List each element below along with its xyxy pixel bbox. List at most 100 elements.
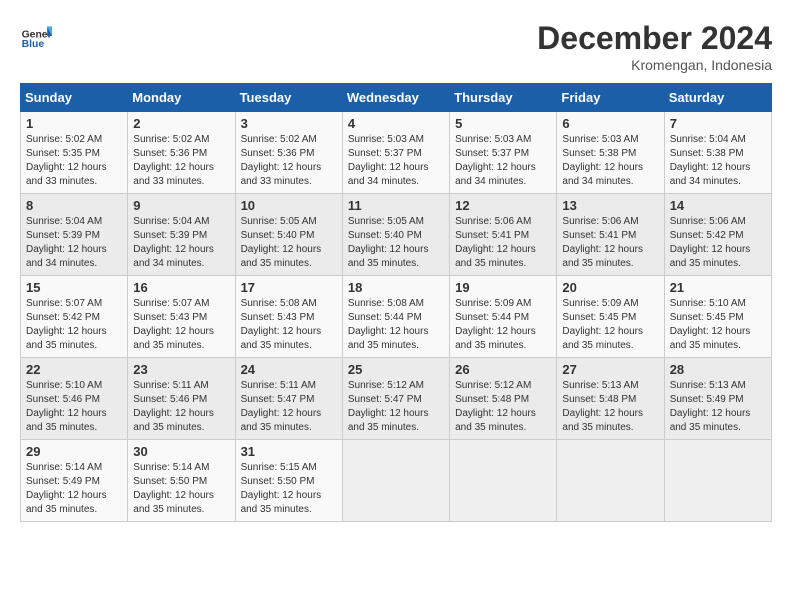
table-row: 9 Sunrise: 5:04 AMSunset: 5:39 PMDaylight… <box>128 194 235 276</box>
day-detail: Sunrise: 5:12 AMSunset: 5:47 PMDaylight:… <box>348 379 444 435</box>
table-row: 18Sunrise: 5:08 AMSunset: 5:44 PMDayligh… <box>342 276 449 358</box>
day-number: 21 <box>670 280 766 295</box>
table-row: 29 Sunrise: 5:14 AMSunset: 5:49 PMDayligh… <box>21 440 128 522</box>
calendar-table: Sunday Monday Tuesday Wednesday Thursday… <box>20 83 772 522</box>
day-detail: Sunrise: 5:13 AMSunset: 5:49 PMDaylight:… <box>670 379 766 435</box>
day-number: 11 <box>348 198 444 213</box>
day-detail: Sunrise: 5:02 AMSunset: 5:35 PMDaylight:… <box>26 133 122 189</box>
table-row <box>557 440 664 522</box>
col-wednesday: Wednesday <box>342 84 449 112</box>
day-number: 8 <box>26 198 122 213</box>
day-number: 4 <box>348 116 444 131</box>
day-detail: Sunrise: 5:10 AMSunset: 5:46 PMDaylight:… <box>26 379 122 435</box>
table-row: 3 Sunrise: 5:02 AMSunset: 5:36 PMDaylight… <box>235 112 342 194</box>
table-row: 8 Sunrise: 5:04 AMSunset: 5:39 PMDaylight… <box>21 194 128 276</box>
table-row: 20 Sunrise: 5:09 AMSunset: 5:45 PMDayligh… <box>557 276 664 358</box>
day-number: 3 <box>241 116 337 131</box>
day-detail: Sunrise: 5:14 AMSunset: 5:49 PMDaylight:… <box>26 461 122 517</box>
table-row: 16Sunrise: 5:07 AMSunset: 5:43 PMDayligh… <box>128 276 235 358</box>
day-detail: Sunrise: 5:06 AMSunset: 5:41 PMDaylight:… <box>562 215 658 271</box>
calendar-header-row: Sunday Monday Tuesday Wednesday Thursday… <box>21 84 772 112</box>
day-detail: Sunrise: 5:02 AMSunset: 5:36 PMDaylight:… <box>241 133 337 189</box>
day-number: 9 <box>133 198 229 213</box>
col-thursday: Thursday <box>450 84 557 112</box>
table-row: 6 Sunrise: 5:03 AMSunset: 5:38 PMDaylight… <box>557 112 664 194</box>
day-number: 20 <box>562 280 658 295</box>
day-detail: Sunrise: 5:05 AMSunset: 5:40 PMDaylight:… <box>348 215 444 271</box>
day-number: 31 <box>241 444 337 459</box>
table-row <box>450 440 557 522</box>
logo-icon: General Blue <box>20 20 52 52</box>
day-number: 26 <box>455 362 551 377</box>
day-detail: Sunrise: 5:04 AMSunset: 5:39 PMDaylight:… <box>26 215 122 271</box>
day-number: 14 <box>670 198 766 213</box>
table-row: 12 Sunrise: 5:06 AMSunset: 5:41 PMDayligh… <box>450 194 557 276</box>
table-row: 2Sunrise: 5:02 AMSunset: 5:36 PMDaylight… <box>128 112 235 194</box>
table-row: 23 Sunrise: 5:11 AMSunset: 5:46 PMDayligh… <box>128 358 235 440</box>
day-detail: Sunrise: 5:12 AMSunset: 5:48 PMDaylight:… <box>455 379 551 435</box>
day-detail: Sunrise: 5:08 AMSunset: 5:44 PMDaylight:… <box>348 297 444 353</box>
day-number: 10 <box>241 198 337 213</box>
calendar-week-row: 1 Sunrise: 5:02 AMSunset: 5:35 PMDaylight… <box>21 112 772 194</box>
day-number: 17 <box>241 280 337 295</box>
calendar-week-row: 15Sunrise: 5:07 AMSunset: 5:42 PMDayligh… <box>21 276 772 358</box>
col-saturday: Saturday <box>664 84 771 112</box>
day-number: 22 <box>26 362 122 377</box>
table-row: 17Sunrise: 5:08 AMSunset: 5:43 PMDayligh… <box>235 276 342 358</box>
day-detail: Sunrise: 5:05 AMSunset: 5:40 PMDaylight:… <box>241 215 337 271</box>
day-number: 5 <box>455 116 551 131</box>
day-number: 16 <box>133 280 229 295</box>
day-detail: Sunrise: 5:03 AMSunset: 5:37 PMDaylight:… <box>348 133 444 189</box>
day-detail: Sunrise: 5:06 AMSunset: 5:41 PMDaylight:… <box>455 215 551 271</box>
day-number: 29 <box>26 444 122 459</box>
table-row: 15Sunrise: 5:07 AMSunset: 5:42 PMDayligh… <box>21 276 128 358</box>
table-row: 5Sunrise: 5:03 AMSunset: 5:37 PMDaylight… <box>450 112 557 194</box>
table-row: 25Sunrise: 5:12 AMSunset: 5:47 PMDayligh… <box>342 358 449 440</box>
calendar-week-row: 29 Sunrise: 5:14 AMSunset: 5:49 PMDayligh… <box>21 440 772 522</box>
day-detail: Sunrise: 5:09 AMSunset: 5:45 PMDaylight:… <box>562 297 658 353</box>
svg-text:Blue: Blue <box>22 39 45 50</box>
day-detail: Sunrise: 5:13 AMSunset: 5:48 PMDaylight:… <box>562 379 658 435</box>
table-row: 30 Sunrise: 5:14 AMSunset: 5:50 PMDayligh… <box>128 440 235 522</box>
day-detail: Sunrise: 5:10 AMSunset: 5:45 PMDaylight:… <box>670 297 766 353</box>
day-number: 23 <box>133 362 229 377</box>
logo: General Blue <box>20 20 52 52</box>
day-detail: Sunrise: 5:11 AMSunset: 5:47 PMDaylight:… <box>241 379 337 435</box>
table-row: 7Sunrise: 5:04 AMSunset: 5:38 PMDaylight… <box>664 112 771 194</box>
table-row: 27 Sunrise: 5:13 AMSunset: 5:48 PMDayligh… <box>557 358 664 440</box>
day-number: 24 <box>241 362 337 377</box>
table-row: 4 Sunrise: 5:03 AMSunset: 5:37 PMDaylight… <box>342 112 449 194</box>
table-row: 1 Sunrise: 5:02 AMSunset: 5:35 PMDaylight… <box>21 112 128 194</box>
table-row: 11 Sunrise: 5:05 AMSunset: 5:40 PMDayligh… <box>342 194 449 276</box>
day-number: 28 <box>670 362 766 377</box>
table-row: 13 Sunrise: 5:06 AMSunset: 5:41 PMDayligh… <box>557 194 664 276</box>
calendar-week-row: 8 Sunrise: 5:04 AMSunset: 5:39 PMDaylight… <box>21 194 772 276</box>
day-detail: Sunrise: 5:14 AMSunset: 5:50 PMDaylight:… <box>133 461 229 517</box>
title-block: December 2024 Kromengan, Indonesia <box>537 20 772 73</box>
day-number: 6 <box>562 116 658 131</box>
calendar-subtitle: Kromengan, Indonesia <box>537 57 772 73</box>
table-row: 28 Sunrise: 5:13 AMSunset: 5:49 PMDayligh… <box>664 358 771 440</box>
table-row: 19Sunrise: 5:09 AMSunset: 5:44 PMDayligh… <box>450 276 557 358</box>
day-detail: Sunrise: 5:07 AMSunset: 5:42 PMDaylight:… <box>26 297 122 353</box>
day-detail: Sunrise: 5:03 AMSunset: 5:38 PMDaylight:… <box>562 133 658 189</box>
table-row: 24 Sunrise: 5:11 AMSunset: 5:47 PMDayligh… <box>235 358 342 440</box>
table-row <box>342 440 449 522</box>
table-row: 21 Sunrise: 5:10 AMSunset: 5:45 PMDayligh… <box>664 276 771 358</box>
table-row <box>664 440 771 522</box>
day-number: 13 <box>562 198 658 213</box>
col-friday: Friday <box>557 84 664 112</box>
table-row: 10 Sunrise: 5:05 AMSunset: 5:40 PMDayligh… <box>235 194 342 276</box>
day-number: 1 <box>26 116 122 131</box>
day-detail: Sunrise: 5:02 AMSunset: 5:36 PMDaylight:… <box>133 133 229 189</box>
day-detail: Sunrise: 5:04 AMSunset: 5:39 PMDaylight:… <box>133 215 229 271</box>
day-number: 27 <box>562 362 658 377</box>
day-number: 19 <box>455 280 551 295</box>
day-detail: Sunrise: 5:15 AMSunset: 5:50 PMDaylight:… <box>241 461 337 517</box>
col-monday: Monday <box>128 84 235 112</box>
calendar-week-row: 22 Sunrise: 5:10 AMSunset: 5:46 PMDayligh… <box>21 358 772 440</box>
day-number: 7 <box>670 116 766 131</box>
day-number: 12 <box>455 198 551 213</box>
day-detail: Sunrise: 5:11 AMSunset: 5:46 PMDaylight:… <box>133 379 229 435</box>
day-number: 30 <box>133 444 229 459</box>
